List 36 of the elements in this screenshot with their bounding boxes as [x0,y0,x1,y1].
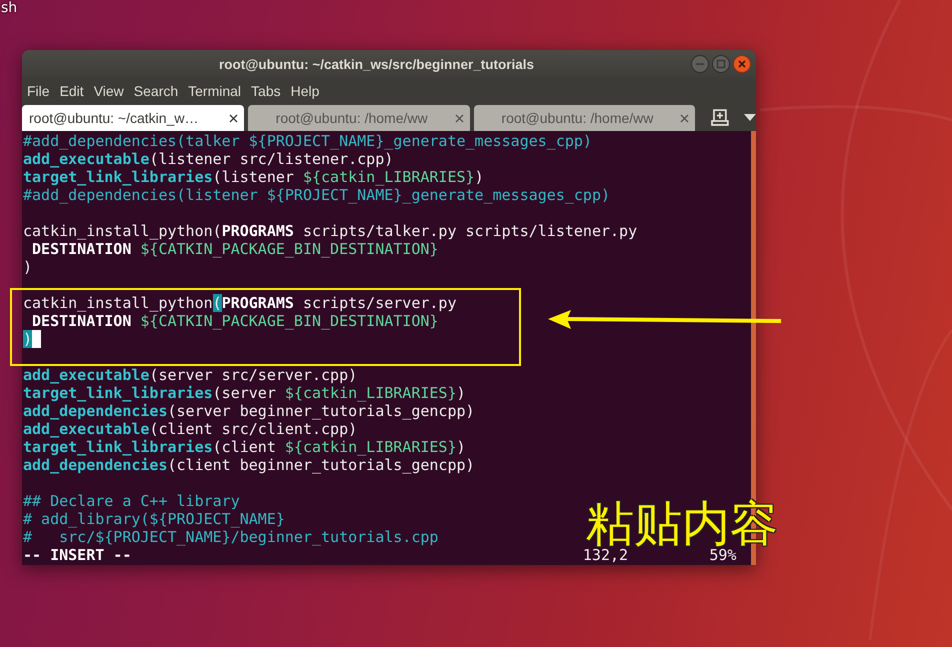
code-line: #add_dependencies(talker ${PROJECT_NAME}_generate_messages_cpp) [23,132,592,150]
menu-item[interactable]: Help [286,82,324,98]
code-line: #add_dependencies(listener ${PROJECT_NAME}_generate_messages_cpp) [23,186,610,204]
code-line: add_executable(client src/client.cpp) [23,420,358,438]
desktop-icon-label[interactable]: sh [1,0,18,16]
code-line: add_dependencies(server beginner_tutorials_gencpp) [23,402,475,420]
menu-item[interactable]: Tabs [246,82,286,98]
code-line: add_executable(server src/server.cpp) [23,366,358,384]
code-line: # src/${PROJECT_NAME}/beginner_tutorials.cpp [23,528,438,546]
code-line: target_link_libraries(listener ${catkin_LIBRARIES}) [23,168,484,186]
mode-indicator: -- INSERT -- [23,546,132,564]
menu-item[interactable]: View [88,82,129,98]
code-line: ) [23,258,32,276]
menu-item[interactable]: Search [128,82,184,98]
close-icon[interactable] [228,114,238,122]
menu-item[interactable]: File [22,82,55,98]
code-line: add_dependencies(client beginner_tutorials_gencpp) [23,456,475,474]
scroll-percent: 59% [709,546,736,564]
code-line: catkin_install_python(PROGRAMS scripts/talker.py scripts/listener.py [23,222,638,240]
new-tab-icon[interactable] [711,109,730,126]
cursor-position: 132,2 [582,546,628,564]
code-line: DESTINATION ${CATKIN_PACKAGE_BIN_DESTINATION} [31,240,438,258]
dropdown-icon[interactable] [744,114,756,121]
terminal-tab[interactable]: root@ubuntu: /home/ww [248,105,470,131]
code-line: add_executable(listener src/listener.cpp) [23,150,394,168]
terminal-tab[interactable]: root@ubuntu: ~/catkin_w… [22,105,244,131]
code-line: catkin_install_python(PROGRAMS scripts/server.py [23,294,456,312]
code-line: target_link_libraries(server ${catkin_LIBRARIES}) [23,384,466,402]
menu-item[interactable]: Terminal [183,82,246,98]
code-line: ## Declare a C++ library [23,492,240,510]
terminal-tab[interactable]: root@ubuntu: /home/ww [474,105,696,131]
window-title: root@ubuntu: ~/catkin_ws/src/beginner_tutorials [218,56,536,72]
code-line: # add_library(${PROJECT_NAME} [23,510,285,528]
menu-item[interactable]: Edit [54,82,89,98]
code-line: target_link_libraries(client ${catkin_LIBRARIES}) [23,438,466,456]
code-line: DESTINATION ${CATKIN_PACKAGE_BIN_DESTINATION} [31,312,438,330]
